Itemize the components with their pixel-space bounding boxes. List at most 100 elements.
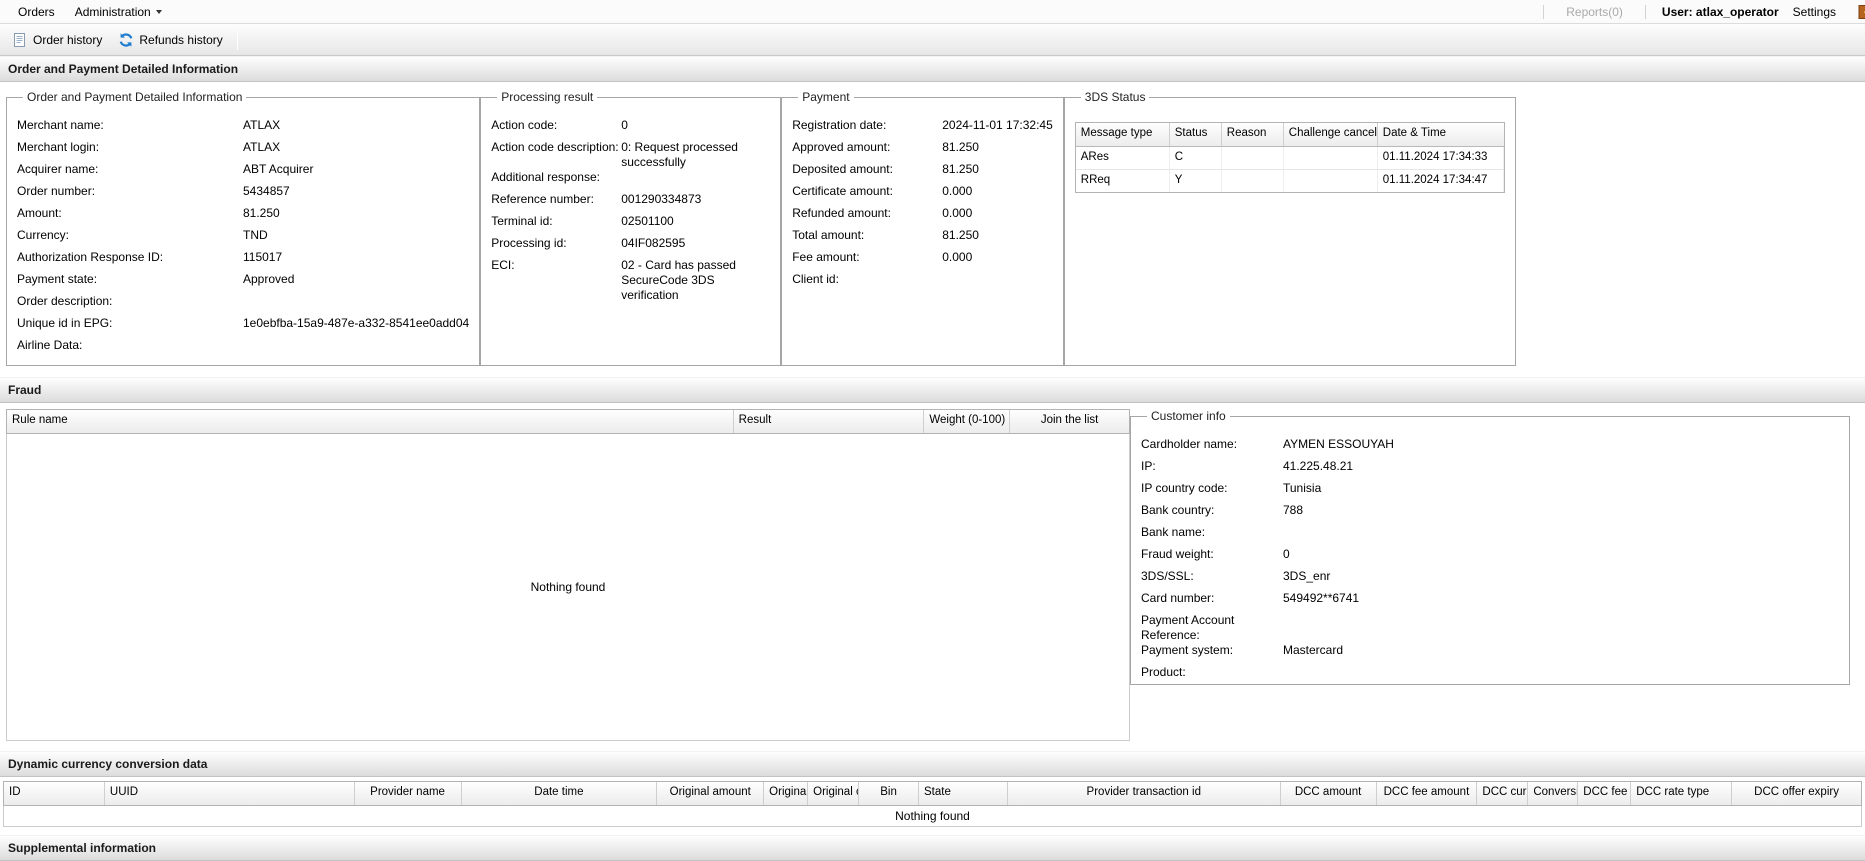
field-value: AYMEN ESSOUYAH xyxy=(1283,437,1394,451)
order-info-legend: Order and Payment Detailed Information xyxy=(27,90,243,104)
field-row: Approved amount: 81.250 xyxy=(792,140,1053,162)
column-header: Weight (0-100) xyxy=(924,410,1011,433)
table-row[interactable]: RReq Y 01.11.2024 17:34:47 xyxy=(1075,169,1504,192)
field-row: Payment system: Mastercard xyxy=(1141,643,1839,665)
field-row: Fee amount: 0.000 xyxy=(792,250,1053,272)
field-row: Reference number: 001290334873 xyxy=(491,192,770,214)
field-label: Refunded amount: xyxy=(792,206,891,220)
field-value: 81.250 xyxy=(942,162,979,176)
field-label: Cardholder name: xyxy=(1141,437,1238,451)
field-value: 0 xyxy=(621,118,628,132)
menu-settings-label: Settings xyxy=(1792,4,1836,19)
menu-settings[interactable]: Settings xyxy=(1783,5,1846,19)
column-header: DCC offer expiry xyxy=(1754,786,1839,798)
refresh-icon xyxy=(120,32,133,47)
fraud-section-header: Fraud xyxy=(0,377,1865,403)
field-label: Product: xyxy=(1141,665,1186,679)
menu-administration[interactable]: Administration xyxy=(65,5,172,19)
field-row: IP country code: Tunisia xyxy=(1141,481,1839,503)
field-label: Order number: xyxy=(17,184,96,198)
field-row: Certificate amount: 0.000 xyxy=(792,184,1053,206)
field-value: 0.000 xyxy=(942,206,973,220)
table-cell xyxy=(1284,170,1378,192)
logout-button[interactable] xyxy=(1856,4,1865,20)
column-header: Challenge cancel xyxy=(1284,123,1378,146)
dcc-section-title: Dynamic currency conversion data xyxy=(8,757,208,771)
field-value xyxy=(942,272,1053,294)
field-value: 81.250 xyxy=(942,228,979,242)
menu-reports-label: Reports(0) xyxy=(1566,4,1623,19)
field-row: Payment Account Reference: xyxy=(1141,613,1839,643)
processing-result-fieldset: Processing result Action code: 0 Action c… xyxy=(480,90,782,366)
field-label: ECI: xyxy=(491,258,515,272)
field-row: Action code: 0 xyxy=(491,118,770,140)
field-value xyxy=(1283,613,1839,643)
field-value: 0 xyxy=(1283,547,1290,561)
door-icon xyxy=(1858,4,1865,19)
field-value: 81.250 xyxy=(243,206,280,220)
field-value: Mastercard xyxy=(1283,643,1344,657)
field-label: Approved amount: xyxy=(792,140,891,154)
field-row: Acquirer name: ABT Acquirer xyxy=(17,162,469,184)
menu-orders[interactable]: Orders xyxy=(8,5,65,19)
field-row: Bank name: xyxy=(1141,525,1839,547)
field-label: IP: xyxy=(1141,459,1156,473)
field-row: Bank country: 788 xyxy=(1141,503,1839,525)
field-row: Total amount: 81.250 xyxy=(792,228,1053,250)
field-row: Fraud weight: 0 xyxy=(1141,547,1839,569)
field-value: 02 - Card has passed SecureCode 3DS veri… xyxy=(621,258,736,302)
field-value: ABT Acquirer xyxy=(243,162,314,176)
tds-status-table: Message type Status Reason Challenge can… xyxy=(1074,122,1505,193)
field-label: Acquirer name: xyxy=(17,162,99,176)
field-row: Additional response: xyxy=(491,170,770,192)
order-history-button[interactable]: Order history xyxy=(4,28,110,52)
refunds-history-button[interactable]: Refunds history xyxy=(110,28,230,52)
column-header: Status xyxy=(1170,123,1222,146)
field-label: Merchant login: xyxy=(17,140,100,154)
column-header: DCC rate type xyxy=(1631,782,1733,805)
table-cell: ARes xyxy=(1076,147,1170,169)
field-row: 3DS/SSL: 3DS_enr xyxy=(1141,569,1839,591)
field-label: Card number: xyxy=(1141,591,1215,605)
field-label: Action code: xyxy=(491,118,558,132)
menu-reports[interactable]: Reports(0) xyxy=(1556,5,1633,19)
field-value: 2024-11-01 17:32:45 xyxy=(942,118,1053,132)
column-header: DCC amount xyxy=(1281,782,1377,805)
table-row[interactable]: ARes C 01.11.2024 17:34:33 xyxy=(1076,147,1504,169)
dcc-empty-state: Nothing found xyxy=(3,806,1862,827)
details-panels: Order and Payment Detailed Information M… xyxy=(0,82,1865,377)
customer-info-fieldset: Customer info Cardholder name: AYMEN ESSO… xyxy=(1130,409,1850,685)
refunds-history-label: Refunds history xyxy=(139,32,223,47)
table-cell: Y xyxy=(1170,170,1222,192)
field-value: 788 xyxy=(1283,503,1304,517)
field-row: Merchant login: ATLAX xyxy=(17,140,469,162)
field-value: 81.250 xyxy=(942,140,979,154)
column-header: Date & Time xyxy=(1382,127,1447,139)
tds-status-fieldset: 3DS Status Message type Status Reason Ch… xyxy=(1063,90,1516,366)
field-label: Additional response: xyxy=(491,170,600,184)
column-header: Rule name xyxy=(7,410,734,433)
field-value: 1e0ebfba-15a9-487e-a332-8541ee0add04 xyxy=(243,316,470,330)
field-row: ECI: 02 - Card has passed SecureCode 3DS … xyxy=(491,258,770,303)
spacer xyxy=(0,827,1865,835)
field-row: Authorization Response ID: 115017 xyxy=(17,250,469,272)
field-value: ATLAX xyxy=(243,140,281,154)
supplemental-section-header: Supplemental information xyxy=(0,835,1865,861)
column-header: DCC fee amount xyxy=(1377,782,1478,805)
field-row: Card number: 549492**6741 xyxy=(1141,591,1839,613)
column-header: Original amount xyxy=(657,782,765,805)
column-header: DCC fee xyxy=(1578,782,1632,805)
field-label: Action code description: xyxy=(491,140,619,154)
menu-right-group: Reports(0) User: atlax_operator Settings xyxy=(1531,4,1865,20)
field-row: Currency: TND xyxy=(17,228,469,250)
column-header: Conversi xyxy=(1528,782,1579,805)
empty-message: Nothing found xyxy=(530,580,606,594)
field-row: Client id: xyxy=(792,272,1053,294)
table-cell: 01.11.2024 17:34:33 xyxy=(1378,147,1504,169)
field-value: 115017 xyxy=(243,250,283,264)
field-row: Registration date: 2024-11-01 17:32:45 xyxy=(792,118,1053,140)
supplemental-section-title: Supplemental information xyxy=(8,841,157,855)
field-row: Cardholder name: AYMEN ESSOUYAH xyxy=(1141,437,1839,459)
menu-orders-label: Orders xyxy=(18,4,55,19)
field-value: 5434857 xyxy=(243,184,290,198)
